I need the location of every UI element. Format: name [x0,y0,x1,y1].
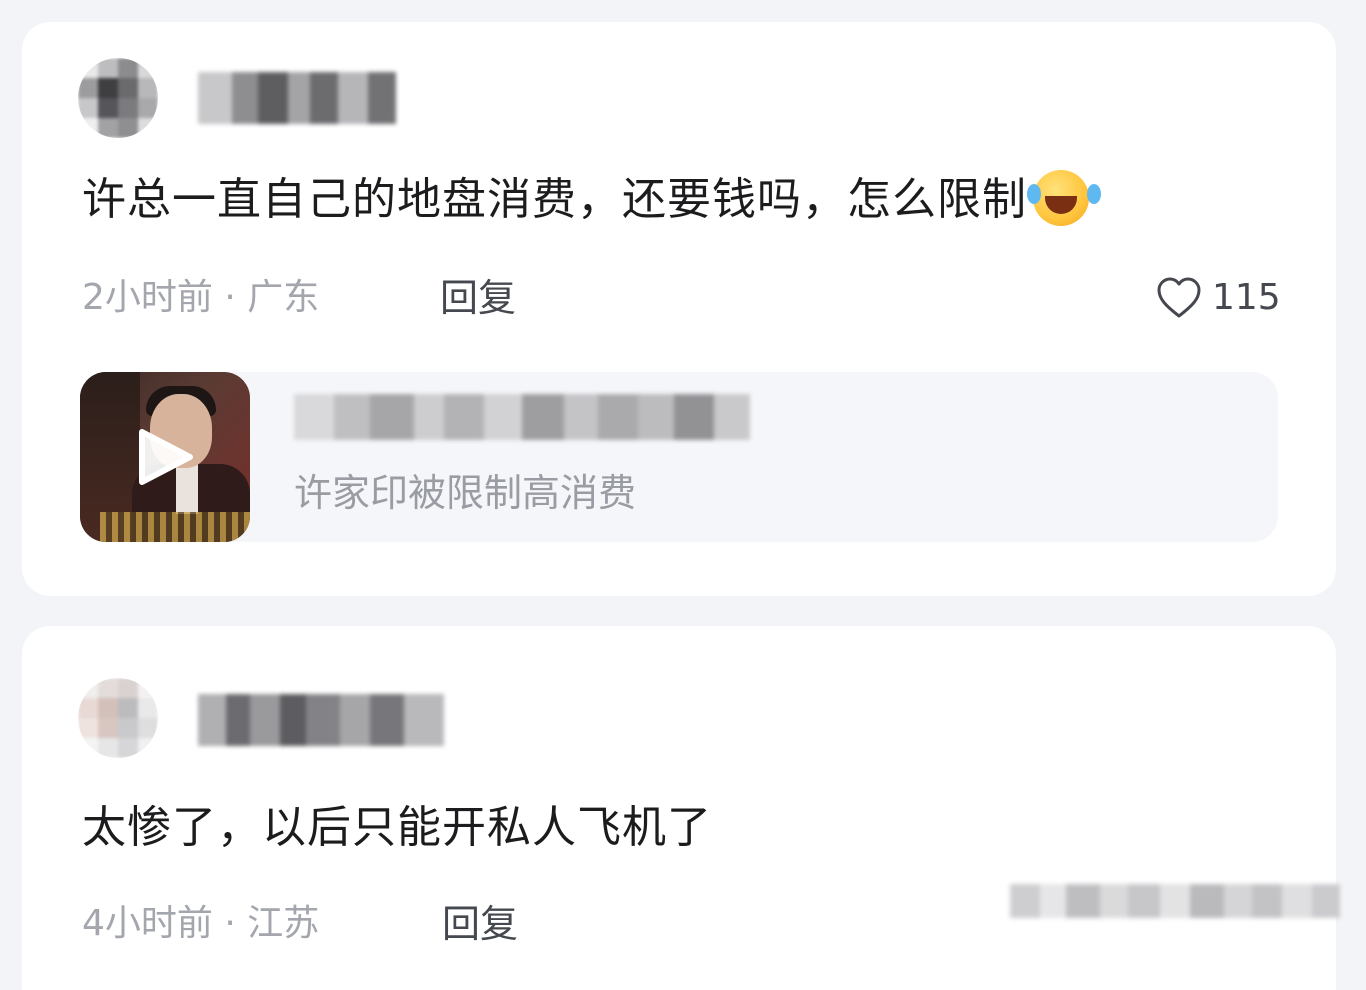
comment-card: 太惨了，以后只能开私人飞机了 4小时前 · 江苏 回复 [22,626,1336,990]
comment-meta: 4小时前 · 江苏 [82,900,319,948]
avatar-mosaic [78,678,158,758]
like-button[interactable]: 115 [1156,274,1281,322]
laughing-tears-emoji-icon [1027,170,1089,226]
avatar[interactable] [78,58,158,138]
watermark-blurred [1010,884,1340,918]
shared-post-card[interactable]: 许家印被限制高消费 [80,372,1278,542]
meta-separator: · [224,277,236,318]
avatar[interactable] [78,678,158,758]
like-count: 115 [1212,277,1281,318]
comment-feed: 许总一直自己的地盘消费，还要钱吗，怎么限制 2小时前 · 广东 回复 115 许… [0,0,1366,990]
reply-button[interactable]: 回复 [442,900,518,948]
comment-card: 许总一直自己的地盘消费，还要钱吗，怎么限制 2小时前 · 广东 回复 115 许… [22,22,1336,596]
heart-icon [1157,277,1201,318]
username-blurred[interactable] [198,72,396,124]
comment-time: 2小时前 [82,277,213,318]
shared-post-title-blurred [294,394,750,440]
comment-location: 江苏 [247,903,320,944]
comment-time: 4小时前 [82,903,213,944]
reply-button[interactable]: 回复 [440,274,516,322]
comment-location: 广东 [247,277,320,318]
comment-body: 太惨了，以后只能开私人飞机了 [82,802,712,853]
username-blurred[interactable] [198,694,444,746]
shared-post-thumbnail[interactable] [80,372,250,542]
comment-text: 太惨了，以后只能开私人飞机了 [82,798,712,858]
comment-text: 许总一直自己的地盘消费，还要钱吗，怎么限制 [82,170,1089,230]
meta-separator: · [224,903,236,944]
play-icon[interactable] [136,426,196,488]
comment-meta: 2小时前 · 广东 [82,274,319,322]
comment-body: 许总一直自己的地盘消费，还要钱吗，怎么限制 [82,174,1027,225]
avatar-mosaic [78,58,158,138]
shared-post-subtitle: 许家印被限制高消费 [294,471,637,515]
